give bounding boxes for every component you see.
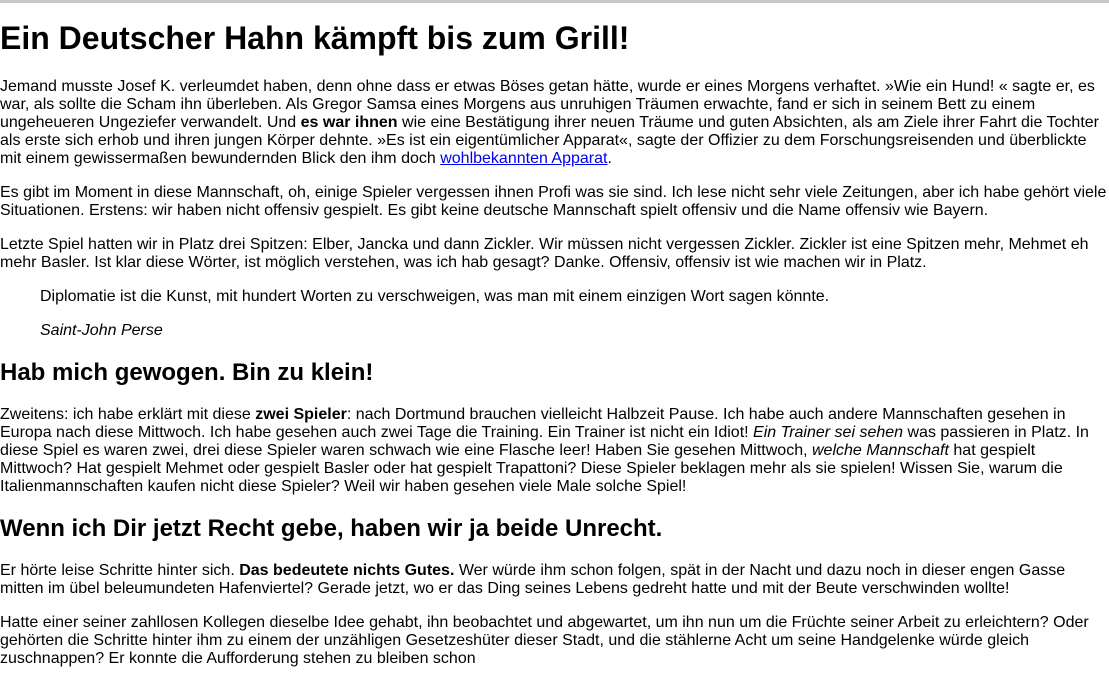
- quote-author-name: Saint-John Perse: [40, 322, 163, 339]
- quote-text: Diplomatie ist die Kunst, mit hundert Wo…: [40, 288, 830, 305]
- zweitens-italic-text-1: Ein Trainer sei sehen: [753, 424, 904, 441]
- section-heading-recht: Wenn ich Dir jetzt Recht gebe, haben wir…: [0, 515, 663, 542]
- intro-bold-text: es war ihnen: [300, 114, 398, 131]
- paragraph-kollegen: Hatte einer seiner zahllosen Kollegen di…: [0, 614, 1089, 667]
- intro-paragraph: Jemand musste Josef K. verleumdet haben,…: [0, 78, 1109, 168]
- schritte-bold-text: Das bedeutete nichts Gutes.: [239, 562, 455, 579]
- zweitens-italic-text-2: welche Mannschaft: [811, 442, 949, 459]
- zweitens-text-1: Zweitens: ich habe erklärt mit diese: [0, 406, 256, 423]
- document-page: Ein Deutscher Hahn kämpft bis zum Grill!…: [0, 20, 1109, 668]
- blockquote: Diplomatie ist die Kunst, mit hundert Wo…: [40, 288, 1109, 340]
- intro-text-3: .: [607, 150, 612, 167]
- paragraph-mannschaft: Es gibt im Moment in diese Mannschaft, o…: [0, 184, 1107, 219]
- section-heading-gewogen: Hab mich gewogen. Bin zu klein!: [0, 359, 374, 386]
- quote-author: Saint-John Perse: [40, 322, 1109, 340]
- apparat-link[interactable]: wohlbekannten Apparat: [440, 150, 607, 167]
- paragraph-schritte: Er hörte leise Schritte hinter sich. Das…: [0, 562, 1109, 598]
- schritte-text-1: Er hörte leise Schritte hinter sich.: [0, 562, 240, 579]
- zweitens-bold-text: zwei Spieler: [255, 406, 347, 423]
- paragraph-spitzen: Letzte Spiel hatten wir in Platz drei Sp…: [0, 236, 1089, 271]
- paragraph-zweitens: Zweitens: ich habe erklärt mit diese zwe…: [0, 406, 1109, 496]
- page-title: Ein Deutscher Hahn kämpft bis zum Grill!: [0, 20, 630, 56]
